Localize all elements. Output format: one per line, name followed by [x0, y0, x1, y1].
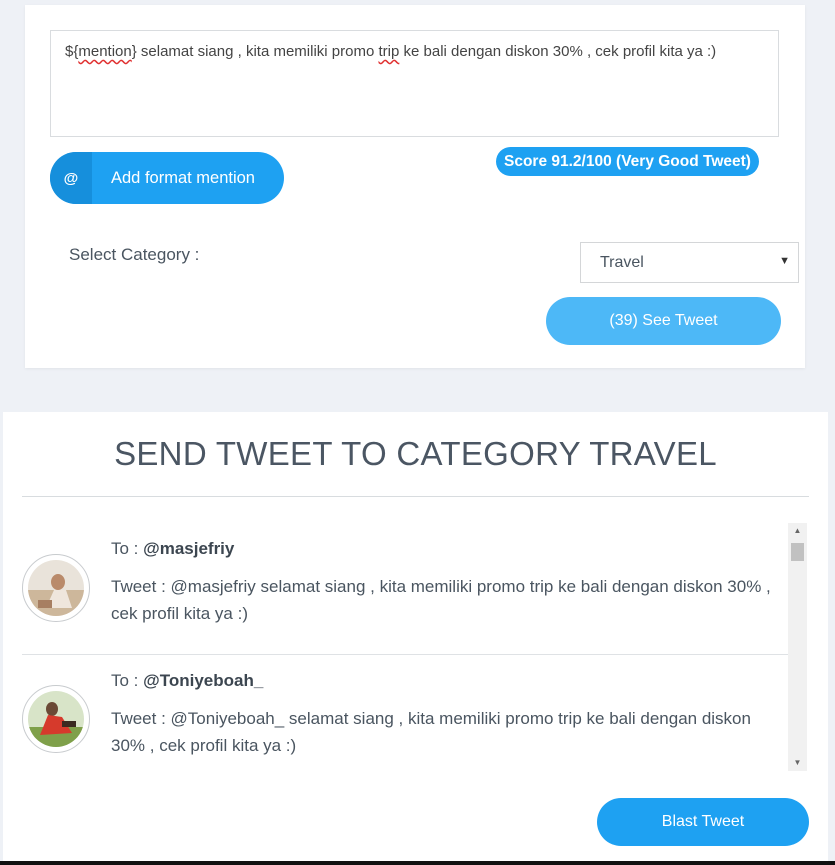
- add-format-mention-label: Add format mention: [111, 169, 255, 187]
- tweet-compose-textarea[interactable]: ${mention} selamat siang , kita memiliki…: [50, 30, 779, 137]
- scroll-up-icon[interactable]: ▲: [788, 523, 807, 539]
- compose-card: ${mention} selamat siang , kita memiliki…: [25, 5, 805, 368]
- at-icon: @: [50, 152, 92, 204]
- avatar: [22, 685, 90, 753]
- select-category-label: Select Category :: [69, 245, 200, 264]
- send-tweet-card: SEND TWEET TO CATEGORY TRAVEL To : @masj…: [3, 412, 828, 865]
- avatar-image: [28, 691, 84, 747]
- compose-text-mid: } selamat siang , kita memiliki promo: [131, 43, 379, 60]
- tweet-score-badge: Score 91.2/100 (Very Good Tweet): [496, 147, 759, 176]
- avatar: [22, 554, 90, 622]
- add-format-mention-button[interactable]: @ Add format mention: [50, 152, 284, 204]
- list-item: To : @Toniyeboah_ Tweet : @Toniyeboah_ s…: [22, 655, 788, 771]
- recipient-list[interactable]: To : @masjefriy Tweet : @masjefriy selam…: [22, 523, 788, 771]
- category-select-value: Travel: [600, 254, 644, 271]
- to-prefix: To :: [111, 671, 144, 690]
- avatar-image: [28, 560, 84, 616]
- bottom-edge-bar: [0, 861, 835, 865]
- tweet-preview: Tweet : @masjefriy selamat siang , kita …: [111, 577, 771, 623]
- compose-text-prefix: ${: [65, 43, 79, 60]
- title-divider: [22, 496, 809, 497]
- blast-tweet-button[interactable]: Blast Tweet: [597, 798, 809, 846]
- recipient-handle: @masjefriy: [143, 539, 235, 558]
- recipient-to-line: To : @Toniyeboah_: [111, 671, 263, 691]
- list-item: To : @masjefriy Tweet : @masjefriy selam…: [22, 523, 788, 655]
- scroll-down-icon[interactable]: ▼: [788, 755, 807, 771]
- to-prefix: To :: [111, 539, 144, 558]
- chevron-down-icon: ▼: [779, 255, 790, 267]
- list-scrollbar[interactable]: ▲ ▼: [788, 523, 807, 771]
- compose-text-trip: trip: [378, 43, 400, 60]
- scrollbar-thumb[interactable]: [791, 543, 804, 561]
- recipient-handle: @Toniyeboah_: [143, 671, 264, 690]
- category-select[interactable]: Travel ▼: [580, 242, 799, 283]
- compose-text-suffix: ke bali dengan diskon 30% , cek profil k…: [399, 43, 717, 60]
- compose-mention-token: mention: [78, 43, 132, 60]
- send-tweet-title: SEND TWEET TO CATEGORY TRAVEL: [114, 435, 717, 472]
- see-tweet-button[interactable]: (39) See Tweet: [546, 297, 781, 345]
- tweet-preview: Tweet : @Toniyeboah_ selamat siang , kit…: [111, 709, 751, 755]
- recipient-to-line: To : @masjefriy: [111, 539, 234, 559]
